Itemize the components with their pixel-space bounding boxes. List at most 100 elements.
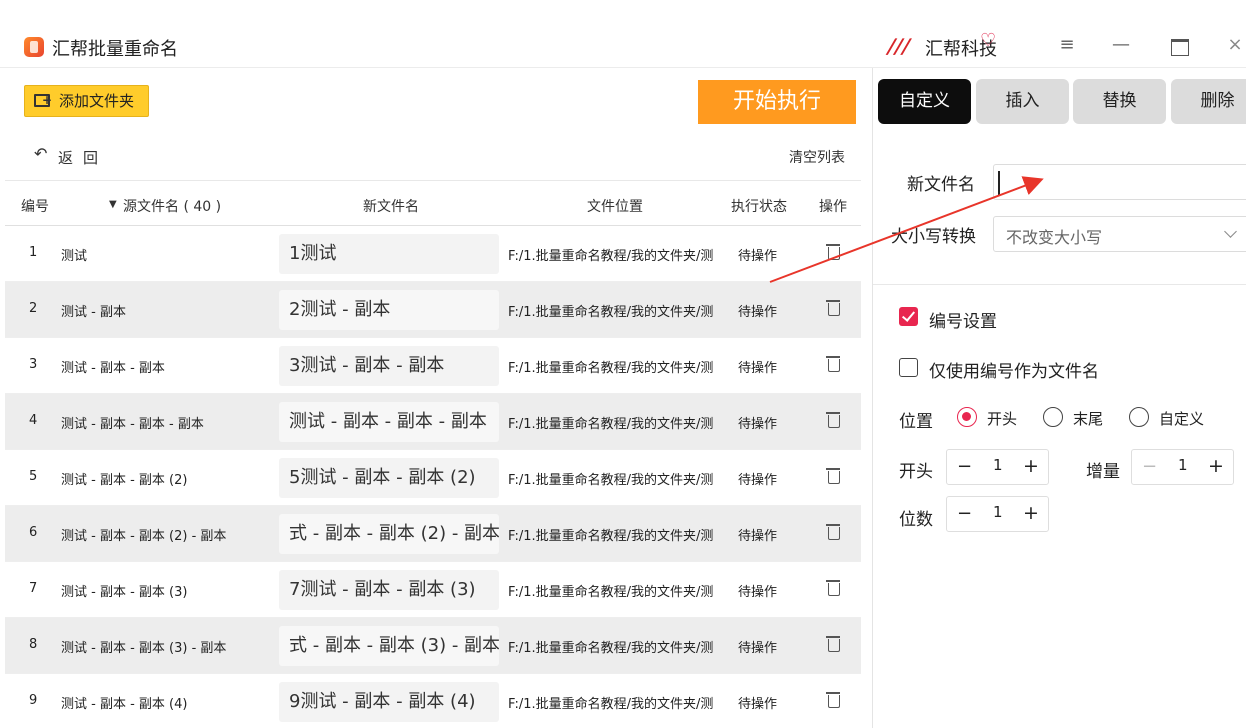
increment-button[interactable]: +: [1023, 455, 1039, 477]
row-source-name: 测试 - 副本 - 副本: [61, 361, 165, 376]
row-new-name: 9测试 - 副本 - 副本 (4): [279, 682, 499, 722]
trash-icon[interactable]: [825, 409, 841, 431]
position-end-label[interactable]: 末尾: [1073, 408, 1103, 429]
table-row[interactable]: 9 测试 - 副本 - 副本 (4) 9测试 - 副本 - 副本 (4) F:/…: [5, 674, 861, 728]
new-name-input[interactable]: [993, 164, 1246, 200]
add-folder-label: 添加文件夹: [59, 92, 135, 110]
start-value[interactable]: 1: [993, 456, 1003, 474]
case-convert-value: 不改变大小写: [1006, 228, 1103, 247]
numbering-checkbox[interactable]: [899, 307, 918, 326]
minimize-icon[interactable]: —: [1108, 32, 1134, 58]
start-label: 开头: [899, 462, 933, 482]
table-row[interactable]: 5 测试 - 副本 - 副本 (2) 5测试 - 副本 - 副本 (2) F:/…: [5, 450, 861, 506]
increment-button[interactable]: +: [1023, 502, 1039, 524]
case-convert-label: 大小写转换: [891, 227, 976, 247]
row-number: 9: [29, 693, 38, 708]
start-stepper[interactable]: − 1 +: [946, 449, 1049, 485]
header-action: 操作: [819, 199, 847, 215]
decrement-button[interactable]: −: [957, 456, 972, 477]
row-source-name: 测试: [61, 249, 88, 264]
row-number: 4: [29, 413, 38, 428]
trash-icon[interactable]: [825, 353, 841, 375]
table-row[interactable]: 1 测试 1测试 F:/1.批量重命名教程/我的文件夹/测 待操作: [5, 226, 861, 282]
row-status: 待操作: [738, 529, 778, 544]
tab-delete[interactable]: 删除: [1171, 79, 1246, 124]
trash-icon[interactable]: [825, 689, 841, 711]
row-location: F:/1.批量重命名教程/我的文件夹/测: [508, 473, 714, 488]
row-location: F:/1.批量重命名教程/我的文件夹/测: [508, 697, 714, 712]
trash-icon[interactable]: [825, 465, 841, 487]
row-new-name: 5测试 - 副本 - 副本 (2): [279, 458, 499, 498]
decrement-button[interactable]: −: [1142, 456, 1157, 477]
table-row[interactable]: 2 测试 - 副本 2测试 - 副本 F:/1.批量重命名教程/我的文件夹/测 …: [5, 282, 861, 338]
numbering-settings: 编号设置 仅使用编号作为文件名 位置 开头 末尾 自定义 开头 − 1 + 增量…: [873, 285, 1246, 565]
header-source-name[interactable]: 源文件名 ( 40 ): [123, 196, 221, 216]
decrement-button[interactable]: −: [957, 503, 972, 524]
add-folder-button[interactable]: 添加文件夹: [24, 85, 149, 117]
table-row[interactable]: 4 测试 - 副本 - 副本 - 副本 测试 - 副本 - 副本 - 副本 F:…: [5, 394, 861, 450]
new-name-label: 新文件名: [907, 175, 975, 195]
row-status: 待操作: [738, 697, 778, 712]
position-end-radio[interactable]: [1043, 407, 1063, 427]
menu-icon[interactable]: ≡: [1054, 32, 1080, 58]
row-number: 1: [29, 245, 38, 260]
sort-down-icon[interactable]: ▼: [109, 199, 117, 210]
row-number: 6: [29, 525, 38, 540]
row-number: 5: [29, 469, 38, 484]
row-number: 3: [29, 357, 38, 372]
trash-icon[interactable]: [825, 577, 841, 599]
vip-heart-icon[interactable]: ♡: [980, 30, 996, 51]
back-arrow-icon[interactable]: ↶: [34, 144, 47, 163]
row-location: F:/1.批量重命名教程/我的文件夹/测: [508, 417, 714, 432]
row-new-name: 测试 - 副本 - 副本 - 副本: [279, 402, 499, 442]
row-source-name: 测试 - 副本 - 副本 (4): [61, 697, 188, 712]
table-row[interactable]: 6 测试 - 副本 - 副本 (2) - 副本 式 - 副本 - 副本 (2) …: [5, 506, 861, 562]
header-location: 文件位置: [587, 199, 643, 215]
trash-icon[interactable]: [825, 521, 841, 543]
case-convert-select[interactable]: 不改变大小写: [993, 216, 1246, 252]
row-location: F:/1.批量重命名教程/我的文件夹/测: [508, 585, 714, 600]
table-row[interactable]: 7 测试 - 副本 - 副本 (3) 7测试 - 副本 - 副本 (3) F:/…: [5, 562, 861, 618]
close-icon[interactable]: ×: [1222, 32, 1246, 58]
app-title: 汇帮批量重命名: [52, 39, 178, 60]
row-status: 待操作: [738, 473, 778, 488]
header-new-name: 新文件名: [363, 199, 419, 215]
step-value[interactable]: 1: [1178, 456, 1188, 474]
tab-insert[interactable]: 插入: [976, 79, 1069, 124]
tab-replace[interactable]: 替换: [1073, 79, 1166, 124]
table-row[interactable]: 3 测试 - 副本 - 副本 3测试 - 副本 - 副本 F:/1.批量重命名教…: [5, 338, 861, 394]
row-location: F:/1.批量重命名教程/我的文件夹/测: [508, 641, 714, 656]
row-new-name: 7测试 - 副本 - 副本 (3): [279, 570, 499, 610]
header-number: 编号: [21, 199, 49, 215]
back-link[interactable]: 返回: [58, 147, 108, 168]
position-custom-radio[interactable]: [1129, 407, 1149, 427]
trash-icon[interactable]: [825, 297, 841, 319]
tab-custom[interactable]: 自定义: [878, 79, 971, 124]
trash-icon[interactable]: [825, 633, 841, 655]
row-status: 待操作: [738, 361, 778, 376]
title-bar: 汇帮批量重命名 /// 汇帮科技 ♡ ≡ — ×: [0, 0, 1246, 68]
row-number: 7: [29, 581, 38, 596]
position-start-radio[interactable]: [957, 407, 977, 427]
position-start-label[interactable]: 开头: [987, 408, 1017, 429]
clear-list-button[interactable]: 清空列表: [789, 147, 845, 167]
chevron-down-icon: [1224, 225, 1237, 238]
row-location: F:/1.批量重命名教程/我的文件夹/测: [508, 249, 714, 264]
trash-icon[interactable]: [825, 241, 841, 263]
header-status: 执行状态: [731, 199, 787, 215]
only-number-label[interactable]: 仅使用编号作为文件名: [929, 357, 1099, 382]
step-label: 增量: [1086, 462, 1120, 482]
increment-button[interactable]: +: [1208, 455, 1224, 477]
position-label: 位置: [899, 412, 933, 432]
start-button[interactable]: 开始执行: [698, 80, 856, 124]
numbering-label[interactable]: 编号设置: [929, 307, 997, 332]
digits-stepper[interactable]: − 1 +: [946, 496, 1049, 532]
digits-value[interactable]: 1: [993, 503, 1003, 521]
row-source-name: 测试 - 副本 - 副本 (3) - 副本: [61, 641, 227, 656]
row-new-name: 式 - 副本 - 副本 (3) - 副本: [279, 626, 499, 666]
position-custom-label[interactable]: 自定义: [1159, 408, 1204, 429]
step-stepper[interactable]: − 1 +: [1131, 449, 1234, 485]
maximize-icon[interactable]: [1166, 32, 1192, 58]
table-row[interactable]: 8 测试 - 副本 - 副本 (3) - 副本 式 - 副本 - 副本 (3) …: [5, 618, 861, 674]
only-number-checkbox[interactable]: [899, 358, 918, 377]
